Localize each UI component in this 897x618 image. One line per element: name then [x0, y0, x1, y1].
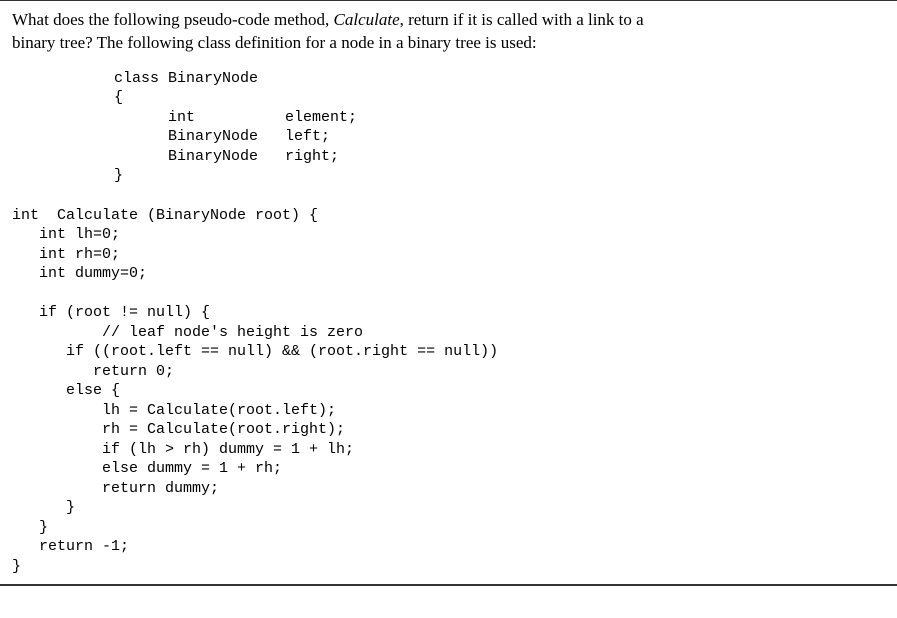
class-definition-code: class BinaryNode { int element; BinaryNo…	[42, 69, 885, 186]
question-line1-em: Calculate	[334, 10, 400, 29]
method-code: int Calculate (BinaryNode root) { int lh…	[12, 206, 885, 577]
question-line1-pre: What does the following pseudo-code meth…	[12, 10, 334, 29]
question-line2: binary tree? The following class definit…	[12, 33, 537, 52]
question-text: What does the following pseudo-code meth…	[12, 9, 885, 55]
question-line1-post: , return if it is called with a link to …	[400, 10, 644, 29]
